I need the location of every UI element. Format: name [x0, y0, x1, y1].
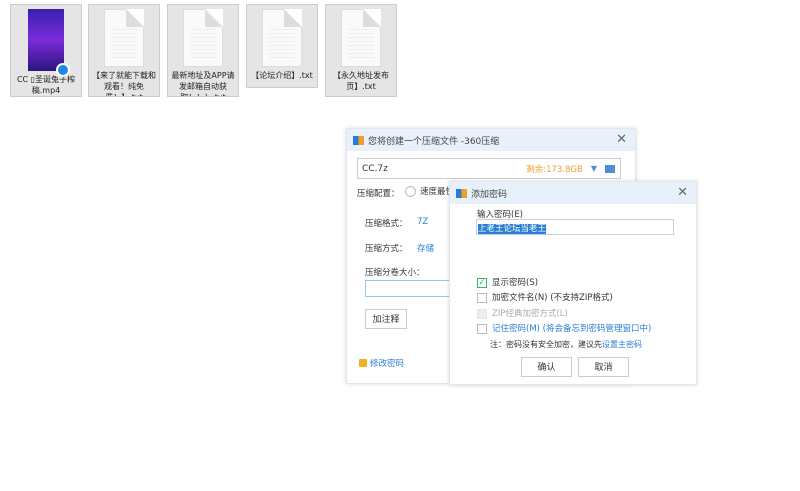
- text-file-icon: [341, 9, 381, 67]
- close-icon[interactable]: ✕: [677, 185, 688, 200]
- checkbox-label: ZIP经典加密方式(L): [492, 309, 568, 319]
- file-name: CC ▯圣诞兔子榨稿.mp4: [16, 75, 76, 95]
- text-file-icon: [104, 9, 144, 67]
- file-name: 最新地址及APP请发邮箱自动获取！！！.txt: [171, 71, 235, 96]
- radio-icon: [405, 185, 416, 197]
- dialog-title: 添加密码: [471, 189, 508, 200]
- remember-password-checkbox[interactable]: 记住密码(M) (将会备忘到密码管理窗口中): [477, 322, 651, 334]
- file-item-txt[interactable]: 【永久地址发布页】.txt: [325, 4, 397, 97]
- confirm-button[interactable]: 确认: [521, 357, 572, 377]
- security-note: 注：密码没有安全加密，建议先: [490, 340, 602, 349]
- cancel-button[interactable]: 取消: [578, 357, 629, 377]
- add-comment-button[interactable]: 加注释: [365, 309, 407, 329]
- dialog-title: 您将创建一个压缩文件 -360压缩: [368, 136, 500, 147]
- file-item-txt[interactable]: 【论坛介绍】.txt: [246, 4, 318, 88]
- archive-path-input[interactable]: CC.7z 剩余:173.8GB ▼: [357, 158, 621, 179]
- format-value[interactable]: 7Z: [417, 217, 428, 227]
- config-radio[interactable]: 速度最快: [405, 185, 454, 197]
- split-size-input[interactable]: [365, 280, 455, 297]
- text-file-icon: [183, 9, 223, 67]
- checkbox-label: 显示密码(S): [492, 278, 539, 288]
- encrypt-filenames-checkbox[interactable]: 加密文件名(N) (不支持ZIP格式): [477, 291, 613, 303]
- file-item-txt[interactable]: 【来了就能下载和观看！纯免费！】.txt: [88, 4, 160, 97]
- method-label: 压缩方式：: [365, 244, 408, 254]
- password-input[interactable]: 上老王论坛当老王: [476, 219, 674, 235]
- text-file-icon: [262, 9, 302, 67]
- chevron-down-icon[interactable]: ▼: [591, 164, 597, 173]
- checkbox-icon: [477, 323, 487, 334]
- split-label: 压缩分卷大小：: [365, 268, 425, 278]
- archive-filename: CC.7z: [362, 163, 388, 174]
- checkbox-icon: [477, 308, 487, 319]
- checkbox-label: 记住密码(M) (将会备忘到密码管理窗口中): [492, 324, 652, 334]
- config-label: 压缩配置：: [357, 189, 400, 199]
- change-password-text: 修改密码: [370, 359, 405, 369]
- checkbox-label: 加密文件名(N) (不支持ZIP格式): [492, 293, 613, 303]
- set-master-password-link[interactable]: 设置主密码: [602, 340, 642, 349]
- video-thumbnail: [28, 9, 70, 77]
- change-password-link[interactable]: 修改密码: [359, 357, 404, 369]
- method-value[interactable]: 存储: [417, 242, 434, 254]
- close-icon[interactable]: ✕: [616, 132, 627, 147]
- check-icon: ✓: [477, 277, 487, 288]
- lock-icon: [359, 359, 367, 367]
- app-icon: [353, 135, 364, 145]
- checkbox-icon: [477, 292, 487, 303]
- zip-classic-checkbox: ZIP经典加密方式(L): [477, 307, 568, 319]
- video-player-icon: [56, 63, 70, 77]
- add-password-dialog: 添加密码 ✕ 输入密码(E) 上老王论坛当老王 ✓ 显示密码(S) 加密文件名(N…: [449, 181, 697, 385]
- file-item-txt[interactable]: 最新地址及APP请发邮箱自动获取！！！.txt: [167, 4, 239, 97]
- app-icon: [456, 188, 467, 198]
- file-name: 【论坛介绍】.txt: [251, 71, 313, 80]
- folder-icon[interactable]: [605, 164, 615, 173]
- file-item-video[interactable]: CC ▯圣诞兔子榨稿.mp4: [10, 4, 82, 97]
- title-bar: 您将创建一个压缩文件 -360压缩: [347, 129, 635, 151]
- free-space: 剩余:173.8GB: [526, 164, 583, 175]
- file-name: 【来了就能下载和观看！纯免费！】.txt: [92, 71, 156, 96]
- title-bar: 添加密码: [450, 182, 696, 204]
- file-name: 【永久地址发布页】.txt: [333, 71, 389, 91]
- password-value: 上老王论坛当老王: [478, 224, 547, 234]
- show-password-checkbox[interactable]: ✓ 显示密码(S): [477, 276, 538, 288]
- format-label: 压缩格式：: [365, 219, 408, 229]
